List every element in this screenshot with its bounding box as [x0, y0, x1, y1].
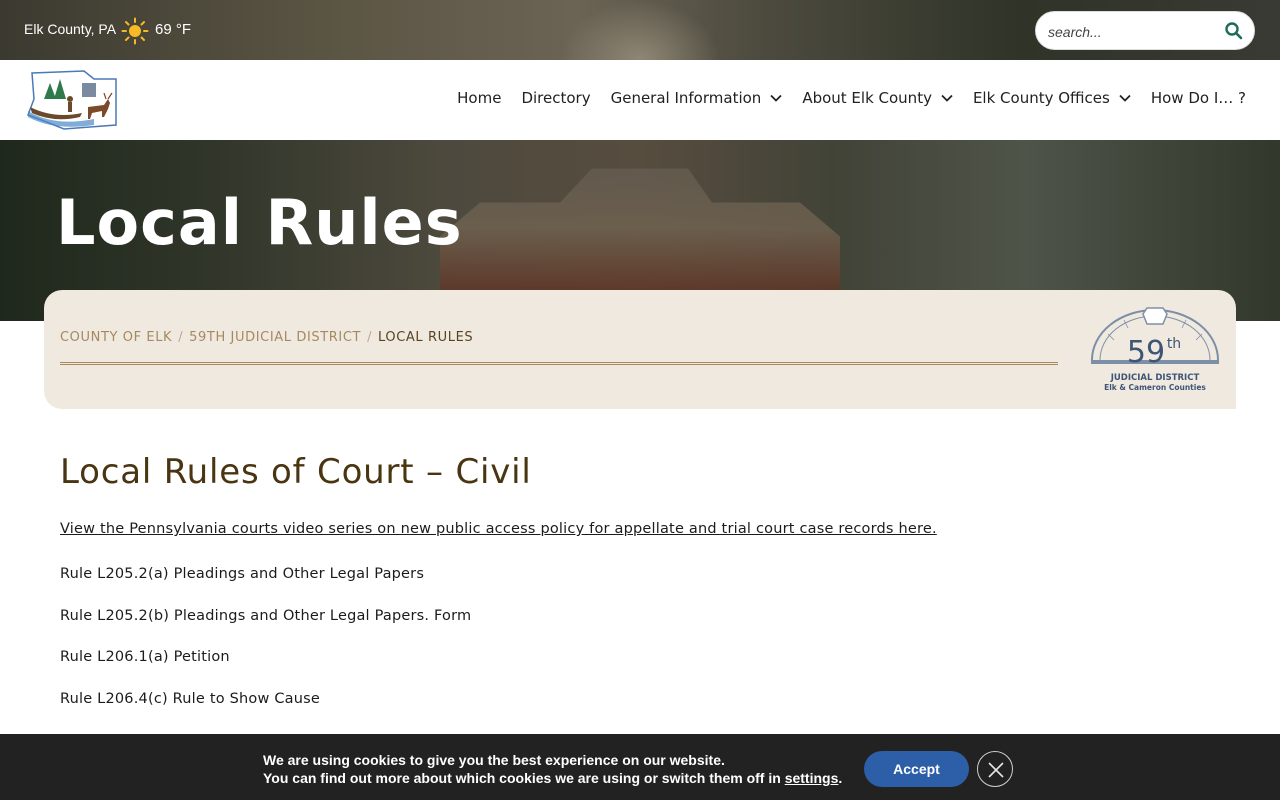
- nav-item-how-do-i[interactable]: How Do I… ?: [1151, 89, 1246, 107]
- nav-label-how-do-i: How Do I… ?: [1150, 89, 1246, 107]
- location-label: Elk County, PA: [24, 21, 117, 37]
- sun-icon: [121, 17, 149, 45]
- nav-label-about-elk-county: About Elk County: [802, 89, 932, 107]
- cookie-message-line-1: We are using cookies to give you the bes…: [263, 752, 725, 768]
- rule-item[interactable]: Rule L205.2(b) Pleadings and Other Legal…: [60, 608, 471, 624]
- cookie-message-prefix: You can find out more about which cookie…: [263, 770, 785, 786]
- breadcrumb-item-local-rules: LOCAL RULES: [378, 330, 474, 345]
- seal-number: 59: [1127, 335, 1165, 370]
- breadcrumb-separator: /: [367, 330, 373, 345]
- top-bar: Elk County, PA 69 °F: [0, 0, 1280, 60]
- background-photo: [560, 0, 720, 60]
- judicial-district-seal: 59 th JUDICIAL DISTRICT Elk & Cameron Co…: [1091, 307, 1219, 392]
- search-box: [1035, 11, 1255, 50]
- close-icon: [988, 762, 1004, 778]
- chevron-down-icon: [1119, 94, 1131, 102]
- temperature-label: 69 °F: [155, 21, 192, 38]
- rule-item[interactable]: Rule L206.4(c) Rule to Show Cause: [60, 691, 320, 707]
- accept-cookies-button[interactable]: Accept: [864, 751, 969, 787]
- nav-item-general-information[interactable]: General Information: [611, 89, 783, 107]
- breadcrumb-item-county-of-elk[interactable]: COUNTY OF ELK: [60, 330, 172, 345]
- seal-suffix: th: [1167, 336, 1181, 352]
- nav-item-elk-county-offices[interactable]: Elk County Offices: [973, 89, 1131, 107]
- section-heading: Local Rules of Court – Civil: [60, 452, 532, 492]
- nav-item-directory[interactable]: Directory: [521, 89, 590, 107]
- cookie-banner: We are using cookies to give you the bes…: [0, 734, 1280, 800]
- chevron-down-icon: [770, 94, 782, 102]
- cookie-message: We are using cookies to give you the bes…: [263, 751, 842, 787]
- breadcrumb-separator: /: [178, 330, 184, 345]
- page-title: Local Rules: [56, 186, 463, 259]
- nav-item-home[interactable]: Home: [457, 89, 501, 107]
- close-cookie-button[interactable]: [977, 751, 1013, 787]
- pa-courts-video-link[interactable]: View the Pennsylvania courts video serie…: [60, 521, 937, 537]
- seal-line-1: JUDICIAL DISTRICT: [1110, 373, 1200, 383]
- search-input[interactable]: [1048, 21, 1218, 43]
- nav-label-directory: Directory: [521, 89, 591, 107]
- elk-county-logo[interactable]: [24, 69, 118, 131]
- chevron-down-icon: [941, 94, 953, 102]
- breadcrumb: COUNTY OF ELK / 59TH JUDICIAL DISTRICT /…: [60, 330, 473, 345]
- rule-item[interactable]: Rule L205.2(a) Pleadings and Other Legal…: [60, 566, 424, 582]
- search-icon[interactable]: [1224, 21, 1244, 41]
- nav-label-general-information: General Information: [610, 89, 762, 107]
- breadcrumb-card: COUNTY OF ELK / 59TH JUDICIAL DISTRICT /…: [44, 290, 1236, 409]
- main-navbar: Home Directory General Information About…: [0, 60, 1280, 140]
- seal-line-2: Elk & Cameron Counties: [1104, 383, 1206, 392]
- breadcrumb-item-59th-judicial-district[interactable]: 59TH JUDICIAL DISTRICT: [189, 330, 361, 345]
- nav-item-about-elk-county[interactable]: About Elk County: [802, 89, 953, 107]
- breadcrumb-divider: [60, 362, 1058, 365]
- rule-item[interactable]: Rule L206.1(a) Petition: [60, 649, 230, 665]
- nav-label-home: Home: [457, 89, 502, 107]
- cookie-settings-link[interactable]: settings: [785, 770, 839, 786]
- nav-label-elk-county-offices: Elk County Offices: [972, 89, 1110, 107]
- main-nav: Home Directory General Information About…: [437, 89, 1246, 107]
- cookie-message-line-2: You can find out more about which cookie…: [263, 769, 842, 787]
- cookie-message-suffix: .: [838, 770, 843, 786]
